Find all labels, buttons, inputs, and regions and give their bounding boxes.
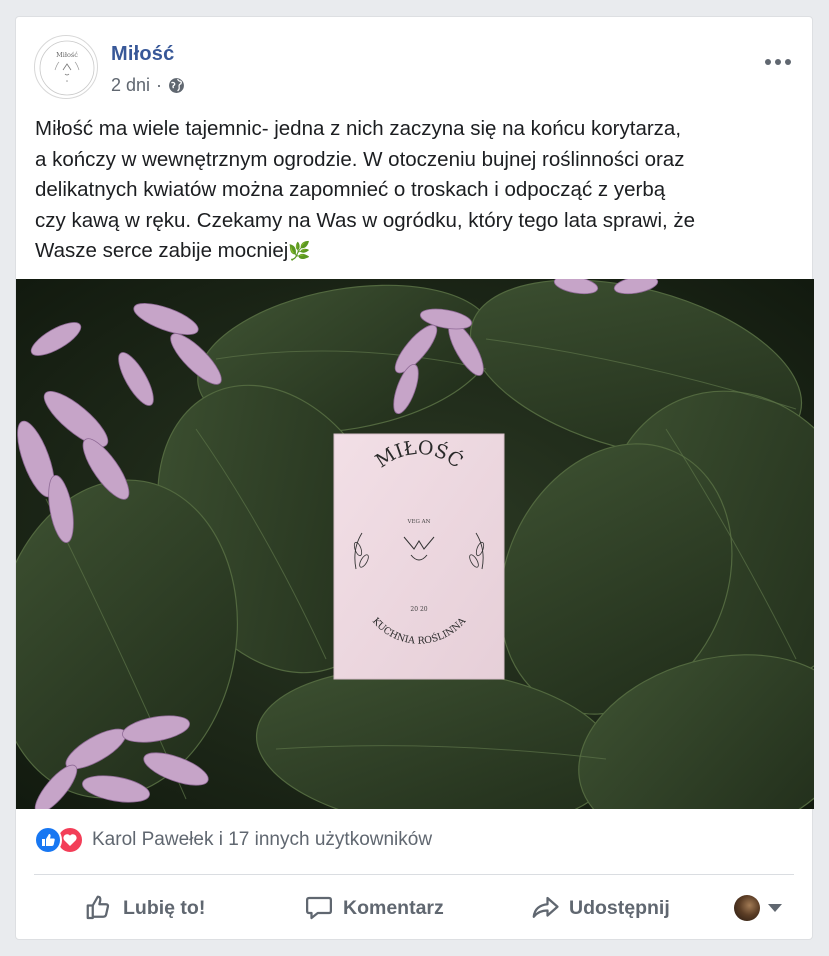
comment-icon [306,896,332,920]
post-header: Miłość Miłość 2 dni · [34,35,796,105]
post-photo[interactable]: MIŁOŚĆ VEG AN 20 20 KUCHNIA ROŚLINNA [16,279,814,809]
meta-separator: · [156,75,163,95]
page-avatar[interactable]: Miłość [34,35,98,99]
like-button[interactable]: Lubię to! [84,893,205,923]
photo-illustration: MIŁOŚĆ VEG AN 20 20 KUCHNIA ROŚLINNA [16,279,814,809]
logo-icon: Miłość [39,40,95,96]
viewer-avatar [734,895,760,921]
post-message-text: Miłość ma wiele tajemnic- jedna z nich z… [35,117,696,262]
like-reaction-icon [34,826,62,854]
caret-down-icon [768,904,782,912]
comment-button-label: Komentarz [343,896,444,919]
post-meta: 2 dni · [111,75,185,96]
card-small-top: VEG AN [407,519,431,525]
post-card: Miłość Miłość 2 dni · Miłość ma wiele ta… [15,16,814,940]
comment-button[interactable]: Komentarz [304,893,444,923]
action-bar: Lubię to! Komentarz Udostępnij [34,883,794,933]
reactions-summary[interactable]: Karol Pawełek i 17 innych użytkowników [34,825,432,855]
thumbs-up-icon [86,895,110,920]
globe-icon[interactable] [168,77,185,94]
actions-divider [34,874,794,875]
page-name-link[interactable]: Miłość [111,43,174,66]
herb-emoji: 🌿 [288,241,311,261]
post-timestamp[interactable]: 2 dni [111,75,150,96]
share-button-label: Udostępnij [569,896,670,919]
post-as-selector[interactable] [734,895,782,921]
more-options-icon[interactable] [760,49,796,75]
share-icon [532,896,559,918]
share-button[interactable]: Udostępnij [530,893,670,923]
reactions-summary-text[interactable]: Karol Pawełek i 17 innych użytkowników [92,829,432,851]
like-button-label: Lubię to! [123,896,206,919]
post-message: Miłość ma wiele tajemnic- jedna z nich z… [35,114,805,267]
card-small-bottom: 20 20 [410,606,427,613]
logo-text: Miłość [56,51,78,59]
